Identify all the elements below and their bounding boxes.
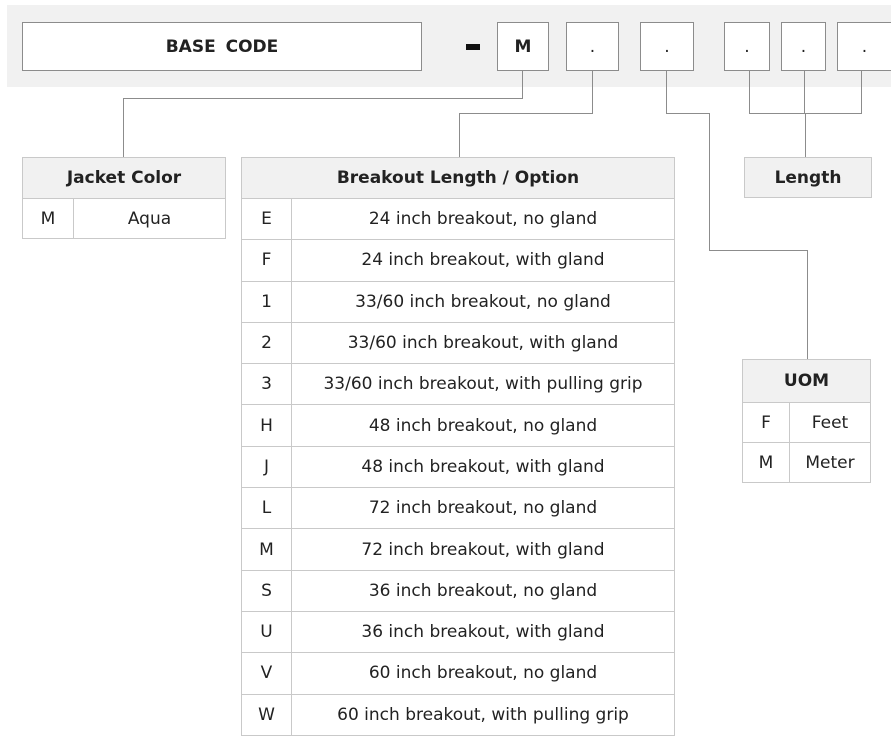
breakout-label: 72 inch breakout, with gland	[291, 528, 675, 571]
table-row: M 72 inch breakout, with gland	[241, 528, 675, 571]
segment-breakout: .	[566, 22, 619, 71]
segment-uom-value: .	[664, 36, 670, 57]
connector-uom	[666, 113, 710, 114]
breakout-code: 1	[241, 280, 292, 323]
length-header: Length	[744, 157, 872, 198]
table-row: M Aqua	[22, 198, 226, 239]
breakout-label: 36 inch breakout, with gland	[291, 610, 675, 654]
table-row: S 36 inch breakout, no gland	[241, 569, 675, 612]
table-row: F 24 inch breakout, with gland	[241, 239, 675, 282]
table-row: F Feet	[742, 402, 871, 443]
uom-table: UOM F Feet M Meter	[742, 359, 871, 483]
jacket-color-table: Jacket Color M Aqua	[22, 157, 226, 239]
segment-length-3: .	[837, 22, 891, 71]
breakout-label: 36 inch breakout, no gland	[291, 569, 675, 612]
breakout-code: 3	[241, 363, 292, 406]
connector-breakout	[592, 71, 593, 114]
segment-length-3-value: .	[861, 36, 868, 57]
uom-label: Feet	[789, 402, 871, 443]
segment-length-1-value: .	[744, 36, 750, 57]
breakout-label: 60 inch breakout, no gland	[291, 652, 675, 695]
breakout-table: Breakout Length / Option E 24 inch breako…	[241, 157, 675, 736]
connector-length	[749, 71, 750, 114]
table-row: H 48 inch breakout, no gland	[241, 404, 675, 447]
table-row: E 24 inch breakout, no gland	[241, 197, 675, 241]
segment-length-1: .	[724, 22, 770, 71]
table-row: L 72 inch breakout, no gland	[241, 487, 675, 530]
breakout-label: 33/60 inch breakout, no gland	[291, 280, 675, 323]
breakout-label: 48 inch breakout, with gland	[291, 445, 675, 489]
breakout-label: 60 inch breakout, with pulling grip	[291, 693, 675, 736]
base-code-box: BASE CODE	[22, 22, 422, 71]
table-row: W 60 inch breakout, with pulling grip	[241, 693, 675, 736]
connector-uom	[709, 113, 710, 251]
breakout-code: J	[241, 445, 292, 489]
connector-uom	[709, 250, 808, 251]
segment-uom: .	[640, 22, 694, 71]
breakout-code: S	[241, 569, 292, 612]
breakout-code: V	[241, 652, 292, 695]
breakout-code: W	[241, 693, 292, 736]
breakout-label: 72 inch breakout, no gland	[291, 487, 675, 530]
breakout-header: Breakout Length / Option	[241, 157, 675, 199]
table-row: M Meter	[742, 442, 871, 483]
breakout-label: 24 inch breakout, no gland	[291, 197, 675, 241]
jacket-color-code: M	[22, 198, 74, 239]
breakout-code: F	[241, 239, 292, 282]
jacket-color-label: Aqua	[73, 198, 226, 239]
breakout-code: U	[241, 610, 292, 654]
base-code-label: BASE CODE	[165, 36, 279, 57]
segment-length-2-value: .	[800, 36, 807, 57]
breakout-label: 48 inch breakout, no gland	[291, 404, 675, 447]
connector-length	[805, 113, 806, 157]
connector-jacket-color	[123, 98, 523, 99]
connector-uom	[666, 71, 667, 114]
connector-jacket-color	[123, 98, 124, 157]
segment-jacket-color: M	[497, 22, 549, 71]
uom-code: M	[742, 442, 790, 483]
table-row: 3 33/60 inch breakout, with pulling grip	[241, 363, 675, 406]
breakout-label: 24 inch breakout, with gland	[291, 239, 675, 282]
connector-length	[861, 71, 862, 114]
connector-jacket-color	[522, 71, 523, 99]
table-row: 1 33/60 inch breakout, no gland	[241, 280, 675, 323]
jacket-color-header: Jacket Color	[22, 157, 226, 199]
uom-label: Meter	[789, 442, 871, 483]
breakout-label: 33/60 inch breakout, with gland	[291, 321, 675, 365]
breakout-code: H	[241, 404, 292, 447]
table-row: U 36 inch breakout, with gland	[241, 610, 675, 654]
connector-breakout	[459, 113, 593, 114]
connector-length	[804, 71, 805, 114]
table-row: V 60 inch breakout, no gland	[241, 652, 675, 695]
length-header-label: Length	[774, 167, 842, 188]
segment-length-2: .	[781, 22, 826, 71]
breakout-code: M	[241, 528, 292, 571]
breakout-code: L	[241, 487, 292, 530]
table-row: J 48 inch breakout, with gland	[241, 445, 675, 489]
segment-jacket-color-value: M	[514, 36, 532, 57]
breakout-code: E	[241, 197, 292, 241]
breakout-label: 33/60 inch breakout, with pulling grip	[291, 363, 675, 406]
uom-header: UOM	[742, 359, 871, 403]
uom-code: F	[742, 402, 790, 443]
table-row: 2 33/60 inch breakout, with gland	[241, 321, 675, 365]
segment-breakout-value: .	[589, 36, 596, 57]
code-separator-dash	[466, 44, 480, 50]
breakout-code: 2	[241, 321, 292, 365]
connector-uom	[807, 250, 808, 359]
connector-breakout	[459, 113, 460, 157]
